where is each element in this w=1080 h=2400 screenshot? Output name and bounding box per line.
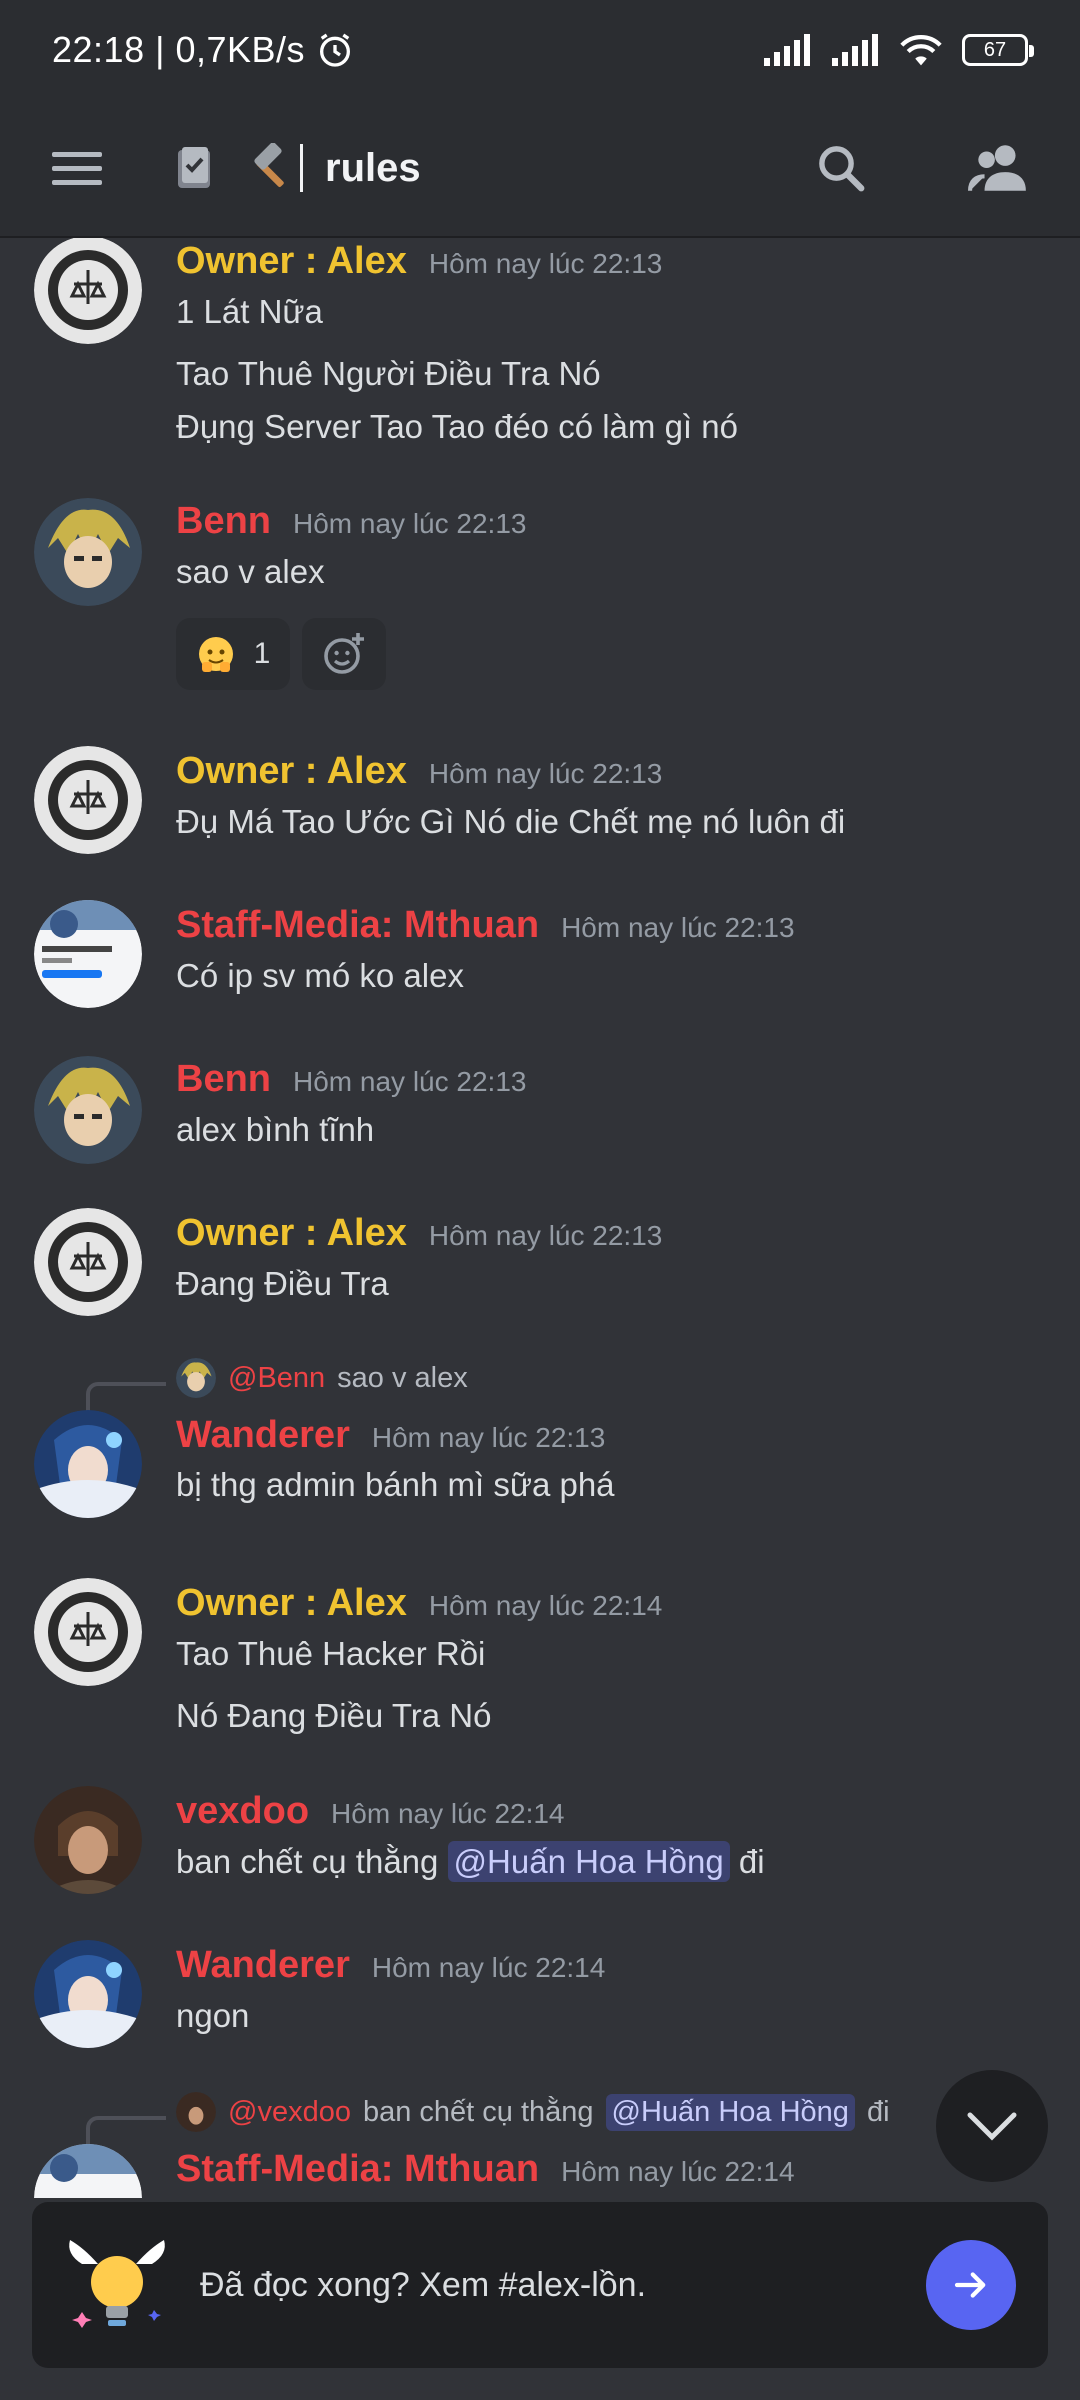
emoji-icon (196, 634, 236, 674)
avatar[interactable] (34, 1940, 142, 2048)
author-name[interactable]: Benn (176, 1058, 271, 1101)
reply-preview[interactable]: @Benn sao v alex (176, 1358, 468, 1398)
channel-header: rules (0, 100, 1080, 238)
timestamp: Hôm nay lúc 22:13 (371, 1422, 606, 1453)
jump-to-bottom-button[interactable] (936, 2070, 1048, 2182)
members-icon[interactable] (968, 142, 1030, 194)
message-text: Đang Điều Tra (176, 1265, 389, 1302)
timestamp: Hôm nay lúc 22:13 (428, 758, 663, 789)
message-text: ban chết cụ thằng @Huấn Hoa Hồng đi (176, 1841, 765, 1882)
author-name[interactable]: Staff-Media: Mthuan (176, 2148, 539, 2191)
signal-icon (830, 34, 880, 66)
status-bar: 22:18 | 0,7KB/s 67 (0, 0, 1080, 100)
timestamp: Hôm nay lúc 22:14 (561, 2156, 795, 2187)
channel-name: rules (325, 145, 421, 190)
avatar[interactable] (34, 1786, 142, 1894)
author-name[interactable]: Wanderer (176, 1414, 350, 1457)
menu-icon[interactable] (50, 148, 106, 188)
rules-channel-icon (174, 146, 214, 190)
reply-preview[interactable]: @vexdoo ban chết cụ thằng @Huấn Hoa Hồng… (176, 2092, 890, 2132)
alarm-icon (315, 30, 355, 70)
author-name[interactable]: Owner : Alex (176, 1582, 407, 1625)
status-time: 22:18 | 0,7KB/s (52, 29, 306, 70)
avatar[interactable] (34, 238, 142, 344)
go-to-channel-button[interactable] (926, 2240, 1016, 2330)
avatar[interactable] (34, 1208, 142, 1316)
message-text: Đụ Má Tao Ước Gì Nó die Chết mẹ nó luôn … (176, 803, 846, 840)
chevron-down-icon (964, 2109, 1020, 2143)
reply-text: đi (866, 2095, 890, 2128)
user-mention[interactable]: @Huấn Hoa Hồng (447, 1841, 730, 1882)
search-icon[interactable] (814, 141, 868, 195)
battery-icon: 67 (962, 34, 1034, 66)
timestamp: Hôm nay lúc 22:13 (561, 912, 795, 943)
author-name[interactable]: vexdoo (176, 1790, 309, 1833)
arrow-right-icon (950, 2264, 992, 2306)
message-text-part: đi (738, 1843, 765, 1880)
author-name[interactable]: Owner : Alex (176, 750, 407, 793)
message-text: Nó Đang Điều Tra Nó (176, 1697, 492, 1734)
reaction-count: 1 (253, 637, 271, 670)
reaction[interactable]: 1 (176, 618, 290, 690)
reply-text: ban chết cụ thằng (362, 2095, 594, 2128)
lightbulb-wings-icon (62, 2230, 172, 2340)
message-text: Tao Thuê Người Điều Tra Nó (176, 355, 601, 392)
message-text: Có ip sv mó ko alex (176, 957, 464, 994)
message-text: ngon (176, 1997, 250, 2034)
author-name[interactable]: Owner : Alex (176, 240, 407, 283)
timestamp: Hôm nay lúc 22:13 (428, 1220, 663, 1251)
timestamp: Hôm nay lúc 22:14 (331, 1798, 565, 1829)
timestamp: Hôm nay lúc 22:14 (371, 1952, 606, 1983)
avatar[interactable] (34, 2144, 142, 2198)
avatar (176, 1358, 216, 1398)
reply-text: sao v alex (337, 1361, 468, 1394)
add-reaction-icon (320, 630, 368, 678)
avatar[interactable] (34, 498, 142, 606)
user-mention: @Huấn Hoa Hồng (605, 2093, 855, 2131)
message-text: Tao Thuê Hacker Rồi (176, 1635, 486, 1672)
author-name[interactable]: Wanderer (176, 1944, 350, 1987)
wifi-icon (898, 32, 944, 68)
message-text: bị thg admin bánh mì sữa phá (176, 1466, 615, 1503)
timestamp: Hôm nay lúc 22:13 (428, 248, 663, 279)
avatar[interactable] (34, 1578, 142, 1686)
author-name[interactable]: Staff-Media: Mthuan (176, 904, 539, 947)
timestamp: Hôm nay lúc 22:13 (293, 508, 527, 539)
reply-author: @Benn (228, 1361, 326, 1394)
message-text: Đụng Server Tao Tao đéo có làm gì nó (176, 408, 738, 445)
avatar (176, 2092, 216, 2132)
hammer-icon (244, 143, 294, 193)
reply-author: @vexdoo (228, 2095, 351, 2128)
author-name[interactable]: Benn (176, 500, 271, 543)
reaction-bar: 1 (176, 618, 386, 690)
read-complete-banner: Đã đọc xong? Xem #alex-lồn. (32, 2202, 1048, 2368)
header-divider (300, 144, 303, 192)
message-list[interactable]: Owner : Alex Hôm nay lúc 22:13 1 Lát Nữa… (0, 238, 1080, 2198)
timestamp: Hôm nay lúc 22:13 (293, 1066, 527, 1097)
message-text: 1 Lát Nữa (176, 293, 323, 330)
message-text: sao v alex (176, 553, 325, 590)
avatar[interactable] (34, 746, 142, 854)
avatar[interactable] (34, 1410, 142, 1518)
message-text-part: ban chết cụ thằng (176, 1843, 439, 1880)
signal-icon (762, 34, 812, 66)
timestamp: Hôm nay lúc 22:14 (428, 1590, 663, 1621)
avatar[interactable] (34, 900, 142, 1008)
avatar[interactable] (34, 1056, 142, 1164)
author-name[interactable]: Owner : Alex (176, 1212, 407, 1255)
add-reaction-button[interactable] (302, 618, 386, 690)
message-text: alex bình tĩnh (176, 1111, 375, 1148)
banner-text: Đã đọc xong? Xem #alex-lồn. (200, 2265, 647, 2304)
